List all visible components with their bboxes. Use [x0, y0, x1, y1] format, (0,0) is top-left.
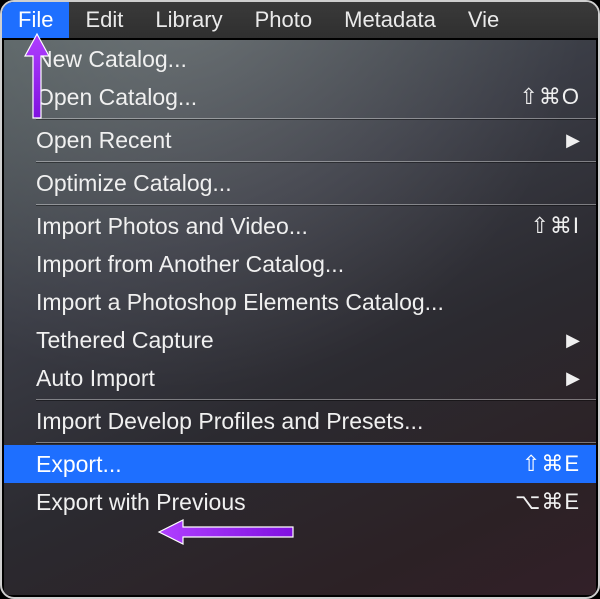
menuitem-import-photos[interactable]: Import Photos and Video... ⇧⌘I	[4, 207, 596, 245]
menu-library[interactable]: Library	[139, 2, 238, 38]
menuitem-open-recent[interactable]: Open Recent ▶	[4, 121, 596, 159]
file-dropdown: New Catalog... Open Catalog... ⇧⌘O Open …	[4, 40, 596, 595]
menu-view[interactable]: Vie	[452, 2, 499, 38]
menuitem-label: New Catalog...	[36, 46, 187, 73]
menuitem-label: Tethered Capture	[36, 327, 214, 354]
separator	[36, 442, 596, 443]
app-window: File Edit Library Photo Metadata Vie New…	[0, 0, 600, 599]
menuitem-label: Import Develop Profiles and Presets...	[36, 408, 423, 435]
menu-photo[interactable]: Photo	[239, 2, 329, 38]
menuitem-shortcut: ⇧⌘E	[522, 451, 580, 477]
menu-metadata[interactable]: Metadata	[328, 2, 452, 38]
menuitem-import-from-catalog[interactable]: Import from Another Catalog...	[4, 245, 596, 283]
menuitem-label: Import a Photoshop Elements Catalog...	[36, 289, 444, 316]
menuitem-shortcut: ⌥⌘E	[515, 489, 580, 515]
menuitem-tethered-capture[interactable]: Tethered Capture ▶	[4, 321, 596, 359]
menuitem-optimize-catalog[interactable]: Optimize Catalog...	[4, 164, 596, 202]
separator	[36, 118, 596, 119]
menuitem-label: Optimize Catalog...	[36, 170, 232, 197]
menuitem-label: Auto Import	[36, 365, 155, 392]
menuitem-import-pse-catalog[interactable]: Import a Photoshop Elements Catalog...	[4, 283, 596, 321]
menuitem-label: Import from Another Catalog...	[36, 251, 344, 278]
menuitem-label: Import Photos and Video...	[36, 213, 308, 240]
menu-edit-label: Edit	[85, 7, 123, 33]
menuitem-export[interactable]: Export... ⇧⌘E	[4, 445, 596, 483]
menu-edit[interactable]: Edit	[69, 2, 139, 38]
menuitem-shortcut: ⇧⌘O	[519, 84, 580, 110]
separator	[36, 204, 596, 205]
separator	[36, 161, 596, 162]
menuitem-auto-import[interactable]: Auto Import ▶	[4, 359, 596, 397]
menuitem-label: Export with Previous	[36, 489, 246, 516]
menubar: File Edit Library Photo Metadata Vie	[2, 2, 598, 39]
menuitem-label: Open Catalog...	[36, 84, 197, 111]
menuitem-shortcut: ⇧⌘I	[530, 213, 580, 239]
submenu-arrow-icon: ▶	[566, 130, 580, 151]
menu-file[interactable]: File	[2, 2, 69, 38]
separator	[36, 399, 596, 400]
submenu-arrow-icon: ▶	[566, 368, 580, 389]
menu-metadata-label: Metadata	[344, 7, 436, 33]
menuitem-new-catalog[interactable]: New Catalog...	[4, 40, 596, 78]
menu-file-label: File	[18, 7, 53, 33]
menu-photo-label: Photo	[255, 7, 313, 33]
submenu-arrow-icon: ▶	[566, 330, 580, 351]
menuitem-label: Export...	[36, 451, 122, 478]
menuitem-import-dev-profiles[interactable]: Import Develop Profiles and Presets...	[4, 402, 596, 440]
menuitem-label: Open Recent	[36, 127, 172, 154]
menu-view-label: Vie	[468, 7, 499, 33]
menu-library-label: Library	[155, 7, 222, 33]
menuitem-export-with-previous[interactable]: Export with Previous ⌥⌘E	[4, 483, 596, 521]
menuitem-open-catalog[interactable]: Open Catalog... ⇧⌘O	[4, 78, 596, 116]
